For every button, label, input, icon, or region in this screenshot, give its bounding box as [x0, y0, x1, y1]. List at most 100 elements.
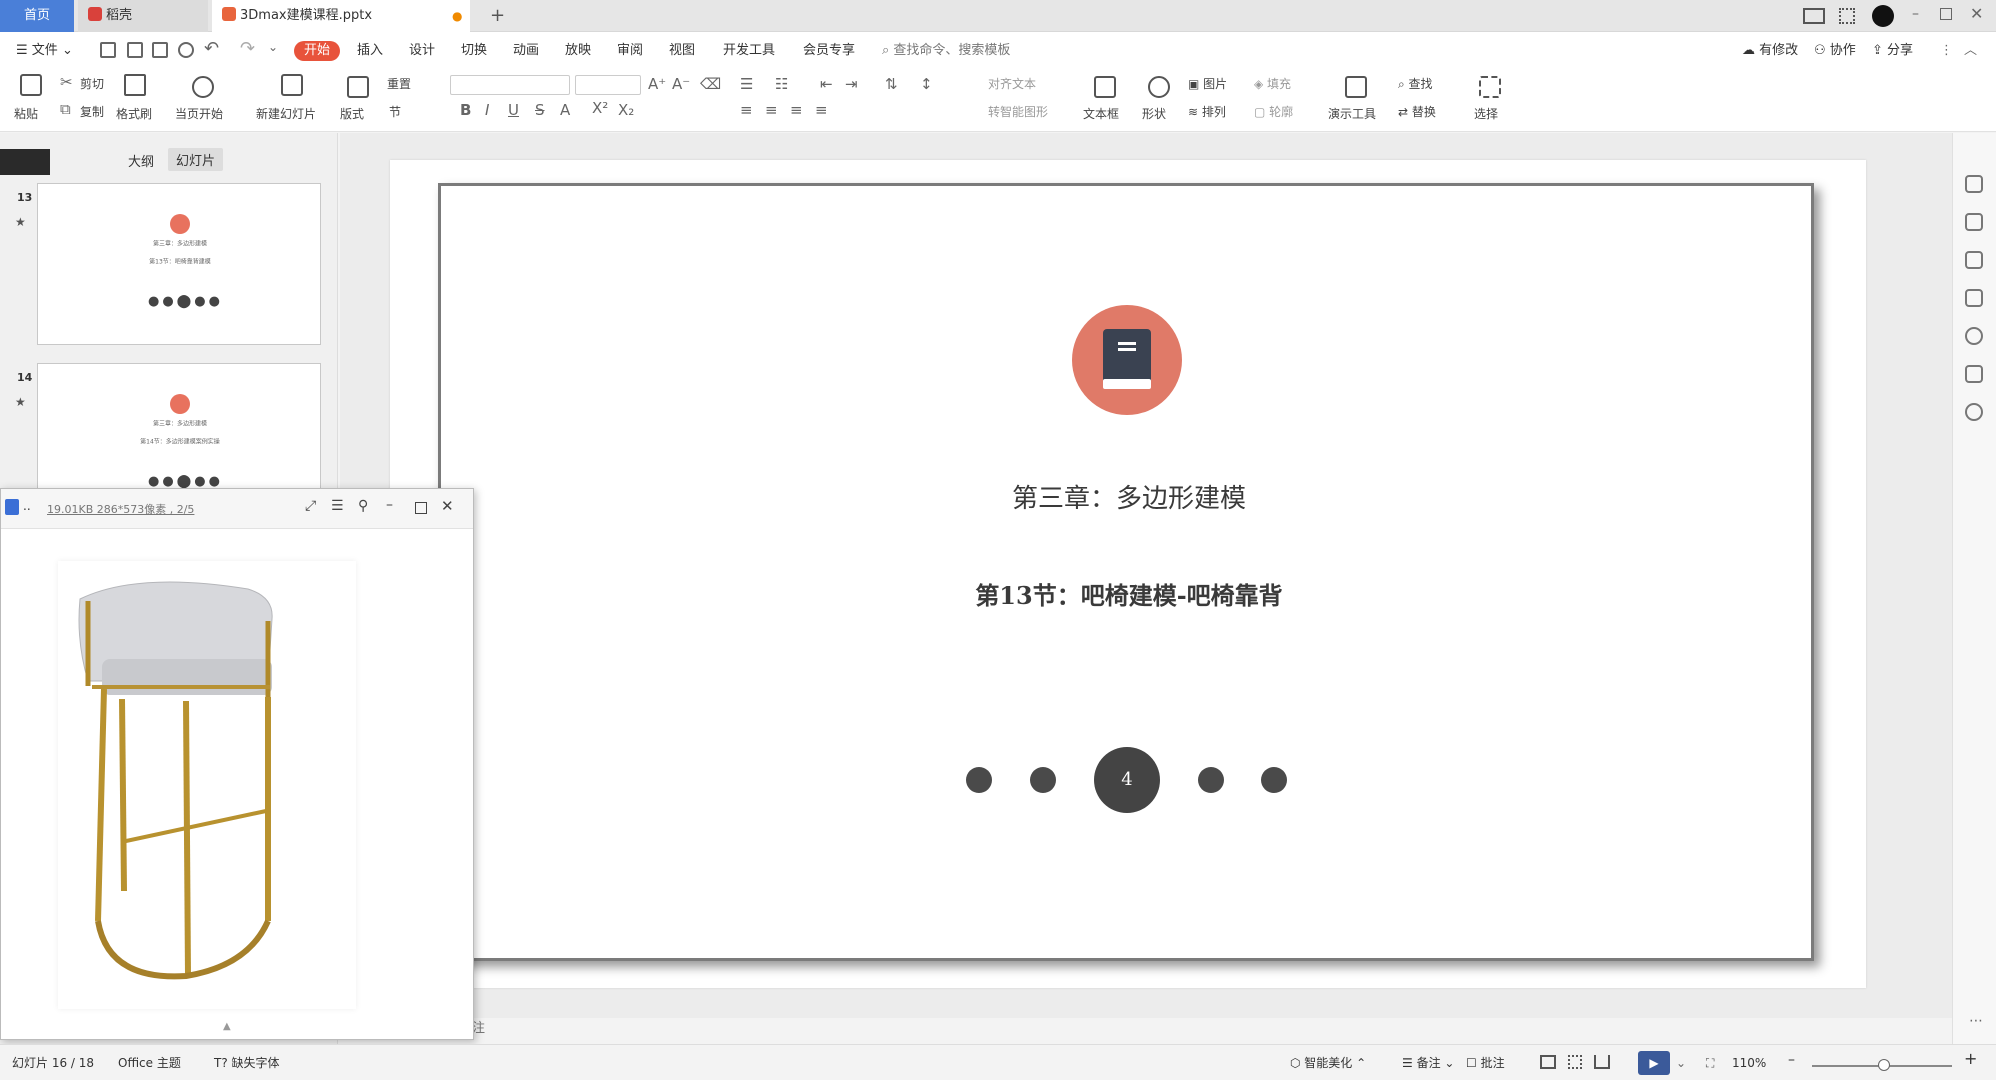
customize-icon[interactable]: ⌄ [268, 40, 278, 54]
slides-icon[interactable] [1965, 289, 1983, 307]
scissors-icon[interactable]: ✂ [60, 73, 73, 91]
zoom-slider-handle[interactable] [1878, 1059, 1890, 1071]
align-text-button[interactable]: 对齐文本 [988, 76, 1036, 92]
pin-icon[interactable]: ⚲ [358, 498, 368, 514]
tab-outline[interactable]: 大纲 [128, 151, 154, 170]
share-button[interactable]: ⇪ 分享 [1872, 41, 1913, 61]
align-left-icon[interactable]: ≡ [740, 101, 753, 119]
menu-icon[interactable]: ☰ [331, 498, 344, 514]
align-right-icon[interactable]: ≡ [790, 101, 803, 119]
slide-thumbnail-13[interactable]: 第三章：多边形建模 第13节：吧椅靠背建模 ●●⬤●● [37, 183, 321, 345]
reset-button[interactable]: 重置 [387, 76, 411, 92]
maximize-icon[interactable] [1940, 8, 1952, 20]
subscript-icon[interactable]: X₂ [618, 101, 634, 119]
export-icon[interactable] [127, 42, 143, 58]
minimize-icon[interactable]: – [386, 497, 393, 513]
arrange-button[interactable]: ≋ 排列 [1188, 104, 1226, 120]
tab-animation[interactable]: 动画 [513, 41, 539, 61]
properties-icon[interactable] [1965, 213, 1983, 231]
select-icon[interactable] [1479, 76, 1501, 98]
redo-icon[interactable]: ↷ [240, 38, 255, 59]
copy-icon[interactable]: ⧉ [60, 100, 71, 118]
section-title[interactable]: 第13节：吧椅建模-吧椅靠背 [441, 576, 1817, 611]
font-grow-icon[interactable]: A⁺ [648, 75, 666, 93]
zoom-level[interactable]: 110% [1732, 1055, 1766, 1071]
print-icon[interactable] [152, 42, 168, 58]
collaborate-button[interactable]: ⚇ 协作 [1814, 41, 1856, 61]
numbered-list-icon[interactable]: ☷ [775, 75, 788, 93]
layout-icon[interactable] [1803, 8, 1825, 24]
bold-icon[interactable]: B [460, 101, 471, 119]
from-current-button[interactable]: 当页开始 [175, 106, 223, 122]
modified-button[interactable]: ☁ 有修改 [1742, 41, 1798, 61]
format-painter-icon[interactable] [124, 74, 146, 96]
font-family-select[interactable] [450, 75, 570, 95]
indent-icon[interactable]: ⇤ [820, 75, 833, 93]
fullscreen-icon[interactable]: ⤢ [305, 498, 316, 514]
chapter-title[interactable]: 第三章：多边形建模 [441, 478, 1817, 515]
paste-icon[interactable] [20, 74, 42, 96]
tab-slides[interactable]: 幻灯片 [168, 148, 224, 171]
close-icon[interactable]: ✕ [441, 497, 454, 515]
font-color-icon[interactable]: A [560, 101, 570, 119]
collapse-ribbon-icon[interactable]: ︿ [1964, 41, 1977, 61]
clear-format-icon[interactable]: ⌫ [700, 75, 721, 93]
save-icon[interactable] [100, 42, 116, 58]
tab-slideshow[interactable]: 放映 [565, 41, 591, 61]
layout-button[interactable]: 版式 [340, 106, 364, 122]
apps-grid-icon[interactable] [1839, 8, 1855, 24]
location-icon[interactable] [1965, 403, 1983, 421]
zoom-out-icon[interactable]: – [1788, 1052, 1795, 1068]
sorter-view-icon[interactable] [1568, 1055, 1582, 1069]
beautify-button[interactable]: ⬡ 智能美化 ⌃ [1290, 1055, 1366, 1071]
underline-icon[interactable]: U [508, 101, 519, 119]
copy-button[interactable]: 复制 [80, 104, 104, 120]
missing-font-button[interactable]: T? 缺失字体 [214, 1055, 280, 1071]
select-button[interactable]: 选择 [1474, 106, 1498, 122]
tab-developer[interactable]: 开发工具 [723, 41, 775, 61]
font-shrink-icon[interactable]: A⁻ [672, 75, 690, 93]
outline-button[interactable]: ▢ 轮廓 [1254, 104, 1293, 120]
zoom-in-icon[interactable]: + [1964, 1051, 1977, 1067]
tab-transition[interactable]: 切换 [461, 41, 487, 61]
normal-view-icon[interactable] [1540, 1055, 1556, 1069]
fit-window-icon[interactable]: ⛶ [1706, 1055, 1714, 1071]
cut-button[interactable]: 剪切 [80, 76, 104, 92]
avatar[interactable] [1872, 5, 1894, 27]
font-size-select[interactable] [575, 75, 641, 95]
picture-button[interactable]: ▣ 图片 [1188, 76, 1227, 92]
paste-button[interactable]: 粘贴 [14, 106, 38, 122]
fill-button[interactable]: ◈ 填充 [1254, 76, 1291, 92]
smart-graphic-button[interactable]: 转智能图形 [988, 104, 1048, 120]
more-icon[interactable]: ⋮ [1940, 41, 1953, 61]
animation-pane-icon[interactable] [1965, 175, 1983, 193]
text-direction-icon[interactable]: ⇅ [885, 75, 898, 93]
play-slideshow-button[interactable]: ▶ [1638, 1051, 1670, 1075]
tab-daoke[interactable]: 稻壳 [78, 0, 208, 32]
bullet-list-icon[interactable]: ☰ [740, 75, 753, 93]
strikethrough-icon[interactable]: S [535, 101, 545, 119]
tab-design[interactable]: 设计 [409, 41, 435, 61]
notes-button[interactable]: ☰ 备注 ⌄ [1402, 1055, 1454, 1071]
tab-review[interactable]: 审阅 [617, 41, 643, 61]
tab-insert[interactable]: 插入 [357, 41, 383, 61]
shapes-icon[interactable] [1148, 76, 1170, 98]
pin-icon[interactable] [1965, 251, 1983, 269]
comments-button[interactable]: ☐ 批注 [1466, 1055, 1505, 1071]
tab-document[interactable]: 3Dmax建模课程.pptx ● [212, 0, 470, 32]
maximize-icon[interactable] [415, 502, 427, 514]
help-icon[interactable] [1965, 327, 1983, 345]
more-icon[interactable]: ⋯ [1969, 1013, 1983, 1029]
layout-icon[interactable] [347, 76, 369, 98]
tab-member[interactable]: 会员专享 [803, 41, 855, 61]
tab-view[interactable]: 视图 [669, 41, 695, 61]
present-tools-button[interactable]: 演示工具 [1328, 106, 1376, 122]
preview-icon[interactable] [178, 42, 194, 58]
superscript-icon[interactable]: X² [592, 99, 608, 117]
minimize-icon[interactable]: – [1912, 6, 1919, 22]
format-painter-button[interactable]: 格式刷 [116, 106, 152, 122]
close-icon[interactable]: ✕ [1970, 4, 1983, 23]
align-center-icon[interactable]: ≡ [765, 101, 778, 119]
reading-view-icon[interactable] [1594, 1055, 1610, 1069]
viewer-scroll-up-icon[interactable]: ▲ [223, 1021, 231, 1032]
